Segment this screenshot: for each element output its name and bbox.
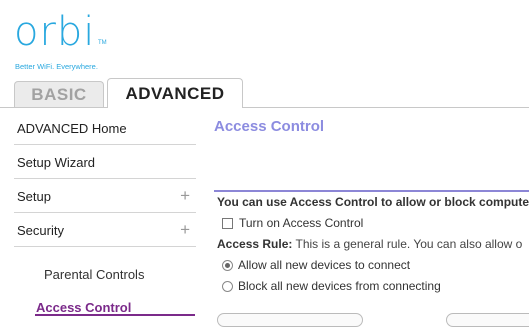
- sidebar-item-label: ADVANCED Home: [17, 120, 127, 136]
- block-all-option[interactable]: Block all new devices from connecting: [222, 279, 441, 293]
- turn-on-access-control-label: Turn on Access Control: [239, 216, 364, 230]
- bottom-button-right[interactable]: [446, 313, 529, 327]
- allow-all-radio[interactable]: [222, 259, 233, 271]
- sidebar-item-label: Security: [17, 222, 64, 238]
- block-all-radio[interactable]: [222, 280, 233, 292]
- expand-plus-icon[interactable]: +: [180, 186, 190, 206]
- sidebar-subitem-parental-controls[interactable]: Parental Controls: [44, 267, 144, 282]
- access-rule-text: Access Rule: This is a general rule. You…: [217, 237, 522, 251]
- sidebar-item-label: Setup: [17, 188, 51, 204]
- block-all-label: Block all new devices from connecting: [238, 279, 441, 293]
- logo-trademark: TM: [98, 40, 107, 46]
- logo-wordmark: orbi: [14, 9, 96, 55]
- expand-plus-icon[interactable]: +: [180, 220, 190, 240]
- access-rule-description: This is a general rule. You can also all…: [295, 237, 523, 251]
- page-title: Access Control: [214, 118, 325, 135]
- intro-text: You can use Access Control to allow or b…: [217, 195, 529, 209]
- tab-divider: [0, 107, 529, 108]
- sidebar-item-advanced-home[interactable]: ADVANCED Home: [14, 112, 196, 145]
- sidebar-item-setup[interactable]: Setup +: [14, 180, 196, 213]
- sidebar-item-setup-wizard[interactable]: Setup Wizard: [14, 146, 196, 179]
- orbi-logo: orbi TM Better WiFi. Everywhere.: [14, 9, 107, 71]
- allow-all-option[interactable]: Allow all new devices to connect: [222, 258, 410, 272]
- sidebar-item-security[interactable]: Security +: [14, 214, 196, 247]
- access-rule-label: Access Rule:: [217, 237, 293, 251]
- turn-on-access-control-checkbox[interactable]: [222, 217, 233, 229]
- logo-tagline: Better WiFi. Everywhere.: [15, 62, 98, 71]
- sidebar-subitem-access-control[interactable]: Access Control: [36, 300, 131, 315]
- allow-all-label: Allow all new devices to connect: [238, 258, 411, 272]
- tab-advanced[interactable]: ADVANCED: [107, 78, 243, 108]
- tab-basic[interactable]: BASIC: [14, 81, 104, 107]
- tab-active-cover: [108, 106, 242, 108]
- bottom-button-left[interactable]: [217, 313, 363, 327]
- active-nav-underline: [35, 314, 195, 316]
- sidebar-item-label: Setup Wizard: [17, 154, 96, 170]
- turn-on-access-control-row[interactable]: Turn on Access Control: [222, 216, 363, 230]
- title-divider: [214, 190, 529, 192]
